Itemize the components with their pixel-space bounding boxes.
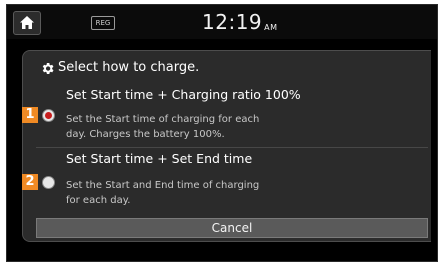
home-icon bbox=[20, 16, 34, 29]
option-number-badge: 2 bbox=[22, 174, 38, 190]
clock-ampm: AM bbox=[264, 23, 278, 32]
option-2-radio[interactable] bbox=[42, 176, 55, 189]
option-2-description-line2: for each day. bbox=[66, 195, 131, 206]
option-1-radio[interactable] bbox=[42, 109, 55, 122]
cancel-button[interactable]: Cancel bbox=[36, 218, 428, 238]
gear-icon bbox=[42, 63, 54, 74]
clock-time: 12:19 bbox=[202, 10, 263, 34]
option-1-title: Set Start time + Charging ratio 100% bbox=[66, 87, 301, 102]
option-2-title: Set Start time + Set End time bbox=[66, 151, 253, 166]
option-divider bbox=[36, 147, 428, 148]
status-bar: REG 12:19 AM bbox=[7, 5, 437, 39]
reg-indicator: REG bbox=[91, 16, 115, 30]
clock: 12:19 AM bbox=[202, 10, 278, 40]
option-1-description-line1: Set the Start time of charging for each bbox=[66, 114, 260, 125]
option-number-badge: 1 bbox=[22, 107, 38, 123]
option-2-description-line1: Set the Start and End time of charging bbox=[66, 180, 260, 191]
dialog-title: Select how to charge. bbox=[58, 60, 200, 75]
home-button[interactable] bbox=[13, 11, 41, 35]
charge-dialog-panel bbox=[22, 50, 431, 242]
option-1-description-line2: day. Charges the battery 100%. bbox=[66, 129, 225, 140]
